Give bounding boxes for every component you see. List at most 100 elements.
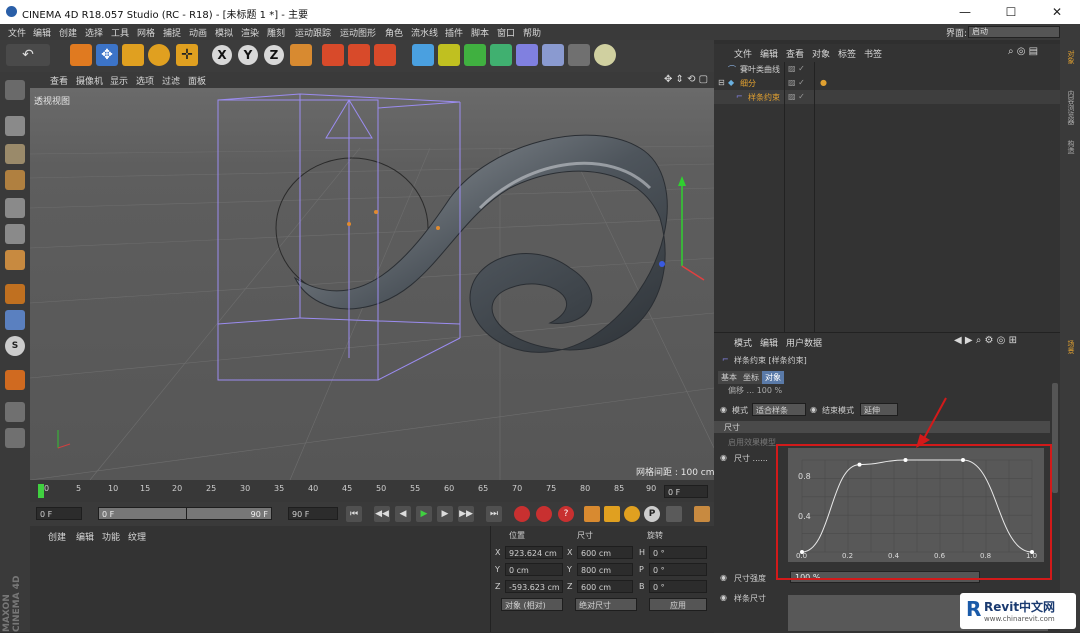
live-select-icon[interactable] xyxy=(70,44,92,66)
rotation-h-field[interactable]: 0 ° xyxy=(649,546,707,559)
maximize-button[interactable]: ☐ xyxy=(988,0,1034,24)
object-manager[interactable]: 文件 编辑 查看 对象 标签 书签 ⌕ ◎ ▤ ⌒ 賽叶类曲线 ▨ ✓ ⊟ ◆ … xyxy=(714,44,1060,332)
polygons-mode-icon[interactable] xyxy=(5,250,25,270)
make-editable-icon[interactable] xyxy=(5,80,25,100)
menu-character[interactable]: 角色 xyxy=(385,26,403,39)
key-position-icon[interactable] xyxy=(584,506,600,522)
cloner-icon[interactable] xyxy=(490,44,512,66)
key-rotation-icon[interactable] xyxy=(624,506,640,522)
menu-script[interactable]: 脚本 xyxy=(471,26,489,39)
material-menu-create[interactable]: 创建 xyxy=(48,530,66,543)
render-picture-viewer-icon[interactable] xyxy=(348,44,370,66)
obj-menu-view[interactable]: 查看 xyxy=(786,47,804,60)
viewport-nav-icons[interactable]: ✥ ⇕ ⟲ ▢ xyxy=(664,74,708,85)
range-end-field[interactable]: 90 F xyxy=(186,507,272,520)
render-view-icon[interactable] xyxy=(322,44,344,66)
coordinate-system-icon[interactable] xyxy=(290,44,312,66)
menu-snap[interactable]: 捕捉 xyxy=(163,26,181,39)
material-menu-texture[interactable]: 纹理 xyxy=(128,530,146,543)
z-axis-button[interactable]: Z xyxy=(264,45,284,65)
tag-icon[interactable]: ● xyxy=(820,78,827,87)
perspective-viewport[interactable] xyxy=(30,88,714,480)
use-spline-option[interactable]: 启用效果模型 xyxy=(728,437,776,448)
cube-icon[interactable] xyxy=(412,44,434,66)
y-axis-button[interactable]: Y xyxy=(238,45,258,65)
points-mode-icon[interactable] xyxy=(5,198,25,218)
next-frame-button[interactable]: ▶ xyxy=(437,506,453,522)
recent-tools-icon[interactable]: ✛ xyxy=(176,44,198,66)
layout-dropdown[interactable]: 启动 xyxy=(968,26,1060,38)
object-row[interactable]: ⊟ ◆ 细分 ▨ ✓ ● xyxy=(714,76,1060,90)
move-icon[interactable]: ✥ xyxy=(96,44,118,66)
end-frame-field[interactable]: 90 F xyxy=(288,507,338,520)
keyframe-selection-icon[interactable]: ? xyxy=(558,506,574,522)
attr-scrollbar[interactable] xyxy=(1052,383,1058,493)
tab-structure[interactable]: 构造 xyxy=(1062,140,1076,154)
tweak-mode-icon[interactable] xyxy=(5,310,25,330)
menu-file[interactable]: 文件 xyxy=(8,26,26,39)
current-frame-field[interactable]: 0 F xyxy=(664,485,708,498)
object-row[interactable]: ⌒ 賽叶类曲线 ▨ ✓ xyxy=(714,62,1060,76)
menu-simulate[interactable]: 模拟 xyxy=(215,26,233,39)
menu-mesh[interactable]: 网格 xyxy=(137,26,155,39)
autokey-icon[interactable] xyxy=(536,506,552,522)
pen-icon[interactable] xyxy=(438,44,460,66)
go-to-end-button[interactable]: ⏭ xyxy=(486,506,502,522)
previous-frame-button[interactable]: ◀ xyxy=(395,506,411,522)
coord-mode-dropdown[interactable]: 对象 (相对) xyxy=(501,598,563,611)
object-row[interactable]: ⌐ 样条约束 ▨ ✓ xyxy=(714,90,1060,104)
workplane-grid-icon[interactable] xyxy=(5,402,25,422)
viewport-menu-filter[interactable]: 过滤 xyxy=(162,74,180,87)
visibility-toggle-icon[interactable]: ▨ ✓ xyxy=(788,78,805,87)
model-mode-icon[interactable] xyxy=(5,116,25,136)
menu-help[interactable]: 帮助 xyxy=(523,26,541,39)
key-parameter-icon[interactable]: P xyxy=(644,506,660,522)
size-x-field[interactable]: 600 cm xyxy=(577,546,633,559)
size-section-header[interactable]: 尺寸 xyxy=(714,421,1050,433)
start-frame-field[interactable]: 0 F xyxy=(36,507,82,520)
timeline-ruler[interactable] xyxy=(30,480,714,502)
snap-icon[interactable]: S xyxy=(5,336,25,356)
deformer-icon[interactable] xyxy=(516,44,538,66)
position-x-field[interactable]: 923.624 cm xyxy=(505,546,563,559)
size-mode-dropdown[interactable]: 绝对尺寸 xyxy=(575,598,637,611)
viewport-menu-display[interactable]: 显示 xyxy=(110,74,128,87)
axis-mode-icon[interactable] xyxy=(5,284,25,304)
range-start-field[interactable]: 0 F xyxy=(98,507,188,520)
obj-search-icon[interactable]: ⌕ ◎ ▤ xyxy=(1008,46,1038,57)
menu-plugins[interactable]: 插件 xyxy=(445,26,463,39)
light-icon[interactable] xyxy=(594,44,616,66)
menu-pipeline[interactable]: 流水线 xyxy=(411,26,438,39)
menu-create[interactable]: 创建 xyxy=(59,26,77,39)
size-radio-icon[interactable]: ◉ xyxy=(720,453,727,462)
visibility-toggle-icon[interactable]: ▨ ✓ xyxy=(788,92,805,101)
attr-menu-mode[interactable]: 模式 xyxy=(734,336,752,349)
material-menu-edit[interactable]: 编辑 xyxy=(76,530,94,543)
end-mode-dropdown[interactable]: 延伸 xyxy=(860,403,898,416)
rotation-p-field[interactable]: 0 ° xyxy=(649,563,707,576)
floor-icon[interactable] xyxy=(542,44,564,66)
tab-content-browser[interactable]: 内容浏览器 xyxy=(1062,90,1076,125)
viewport-menu-camera[interactable]: 摄像机 xyxy=(76,74,103,87)
render-settings-icon[interactable] xyxy=(374,44,396,66)
attr-nav-icons[interactable]: ◀ ▶ ⌕ ⚙ ◎ ⊞ xyxy=(954,335,1017,346)
subdivision-icon[interactable] xyxy=(464,44,486,66)
rotate-icon[interactable] xyxy=(148,44,170,66)
attr-tab-object[interactable]: 对象 xyxy=(762,371,784,384)
play-button[interactable]: ▶ xyxy=(416,506,432,522)
attr-menu-user-data[interactable]: 用户数据 xyxy=(786,336,822,349)
lock-workplane-icon[interactable] xyxy=(5,428,25,448)
scale-icon[interactable] xyxy=(122,44,144,66)
menu-sculpt[interactable]: 雕刻 xyxy=(267,26,285,39)
key-pla-icon[interactable] xyxy=(666,506,682,522)
obj-menu-edit[interactable]: 编辑 xyxy=(760,47,778,60)
mode-radio-icon[interactable]: ◉ xyxy=(720,405,727,414)
obj-menu-object[interactable]: 对象 xyxy=(812,47,830,60)
minimize-button[interactable]: — xyxy=(942,0,988,24)
expand-icon[interactable]: ⊟ xyxy=(718,78,725,87)
menu-mograph[interactable]: 运动图形 xyxy=(340,26,376,39)
obj-menu-file[interactable]: 文件 xyxy=(734,47,752,60)
material-menu-function[interactable]: 功能 xyxy=(102,530,120,543)
end-mode-radio-icon[interactable]: ◉ xyxy=(810,405,817,414)
x-axis-button[interactable]: X xyxy=(212,45,232,65)
